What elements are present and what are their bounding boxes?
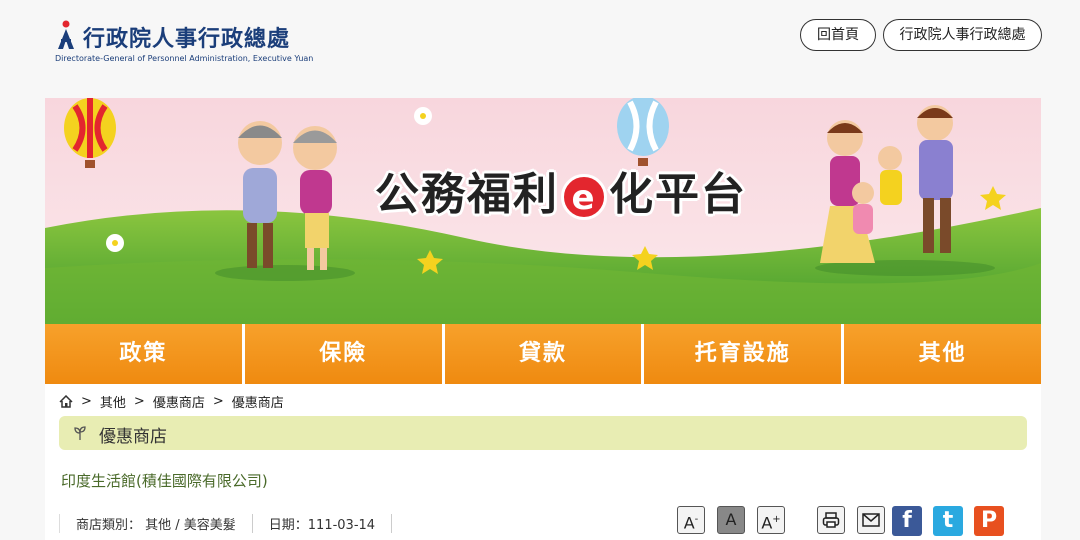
store-name: 印度生活館(積佳國際有限公司): [61, 472, 268, 490]
home-button[interactable]: 回首頁: [800, 19, 876, 51]
banner-title: 公務福利 e 化平台: [375, 158, 747, 222]
breadcrumb-item-other[interactable]: 其他: [100, 392, 126, 411]
banner-title-part1: 公務福利: [375, 169, 559, 220]
twitter-icon: t: [942, 508, 954, 533]
font-size-small-button[interactable]: A-: [677, 506, 705, 534]
twitter-share-button[interactable]: t: [933, 506, 963, 536]
font-large-sign: +: [772, 514, 781, 525]
banner: 公務福利 e 化平台: [45, 98, 1041, 324]
breadcrumb-separator: >: [81, 394, 92, 409]
print-button[interactable]: [817, 506, 845, 534]
breadcrumb-item-stores[interactable]: 優惠商店: [153, 392, 205, 411]
site-header: 行政院人事行政總處 Directorate-General of Personn…: [0, 0, 1080, 90]
store-meta: 商店類別： 其他 / 美容美髮 日期：111-03-14: [59, 512, 393, 534]
email-button[interactable]: [857, 506, 885, 534]
section-header: 優惠商店: [59, 416, 1027, 450]
nav-item-insurance[interactable]: 保險: [244, 324, 445, 384]
main-nav: 政策 保險 貸款 托育設施 其他: [45, 324, 1041, 384]
font-small-label: A: [683, 513, 695, 533]
store-date: 日期：111-03-14: [251, 513, 393, 533]
mail-icon: [862, 513, 880, 527]
home-icon[interactable]: [59, 395, 73, 408]
main-content: > 其他 > 優惠商店 > 優惠商店 優惠商店 印度生活館(積佳國際有限公司) …: [45, 384, 1041, 540]
breadcrumb-separator: >: [133, 394, 145, 409]
font-size-large-button[interactable]: A+: [757, 506, 785, 534]
section-title: 優惠商店: [99, 427, 167, 447]
dgpa-logo-icon: [58, 20, 74, 49]
font-small-sign: -: [694, 514, 699, 525]
facebook-icon: f: [902, 508, 912, 533]
nav-item-policy[interactable]: 政策: [45, 324, 245, 384]
font-size-medium-button[interactable]: A: [717, 506, 745, 534]
font-large-label: A: [761, 513, 773, 533]
font-medium-label: A: [725, 510, 737, 529]
breadcrumb-item-current: 優惠商店: [231, 396, 284, 411]
nav-item-other[interactable]: 其他: [844, 324, 1041, 384]
banner-title-part2: 化平台: [609, 169, 747, 220]
nav-item-childcare[interactable]: 托育設施: [644, 324, 845, 384]
store-category: 商店類別： 其他 / 美容美髮: [59, 513, 252, 533]
facebook-share-button[interactable]: f: [892, 506, 922, 536]
plurk-icon: P: [980, 508, 998, 533]
breadcrumb-separator: >: [212, 394, 224, 409]
print-icon: [822, 512, 840, 528]
breadcrumb: > 其他 > 優惠商店 > 優惠商店: [59, 392, 284, 411]
org-name-en: Directorate-General of Personnel Adminis…: [55, 54, 314, 63]
sprout-icon: [74, 426, 86, 440]
org-link-button[interactable]: 行政院人事行政總處: [883, 19, 1042, 51]
plurk-share-button[interactable]: P: [974, 506, 1004, 536]
nav-item-loan[interactable]: 貸款: [444, 324, 645, 384]
org-name: 行政院人事行政總處: [83, 27, 291, 52]
e-logo-icon: e: [561, 174, 607, 220]
